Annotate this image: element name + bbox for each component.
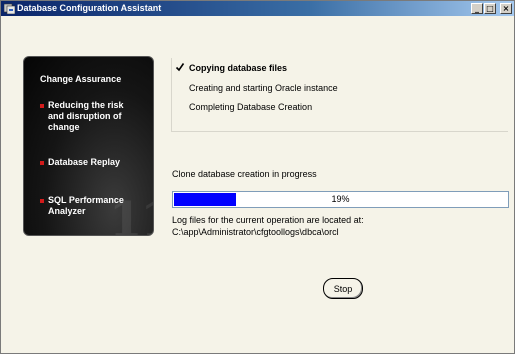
bullet-icon [40,104,44,108]
log-path-text: C:\app\Administrator\cfgtoollogs\dbca\or… [172,227,339,237]
title-bar[interactable]: Database Configuration Assistant _ □ × [1,1,514,16]
change-assurance-panel: 11g Change Assurance Reducing the risk a… [23,56,154,236]
sidebar-heading: Change Assurance [40,74,122,84]
close-button[interactable]: × [500,3,512,14]
sidebar-item-label: SQL Performance Analyzer [48,195,124,216]
step-list: Copying database files Creating and star… [171,58,508,132]
sidebar-item-label: Reducing the risk and disruption of chan… [48,100,124,132]
progress-label: Clone database creation in progress [172,169,317,179]
sidebar-item-sql-performance: SQL Performance Analyzer [40,195,124,217]
maximize-button[interactable]: □ [484,3,496,14]
log-info-text: Log files for the current operation are … [172,215,364,225]
minimize-button[interactable]: _ [471,3,483,14]
bullet-icon [40,161,44,165]
step-copying-files: Copying database files [189,63,288,73]
sidebar-item-database-replay: Database Replay [40,157,120,168]
app-icon [4,3,15,14]
sidebar-item-label: Database Replay [48,157,121,167]
progress-bar: 19% [172,191,509,208]
checkmark-icon [175,63,185,72]
window-controls: _ □ × [471,3,512,14]
stop-button[interactable]: Stop [323,278,363,299]
dbca-window: Database Configuration Assistant _ □ × 1… [0,0,515,354]
step-completing-creation: Completing Database Creation [189,102,313,112]
sidebar-item-reducing-risk: Reducing the risk and disruption of chan… [40,100,124,133]
window-title: Database Configuration Assistant [17,3,162,13]
progress-percent: 19% [331,194,350,204]
step-starting-instance: Creating and starting Oracle instance [189,83,338,93]
bullet-icon [40,199,44,203]
